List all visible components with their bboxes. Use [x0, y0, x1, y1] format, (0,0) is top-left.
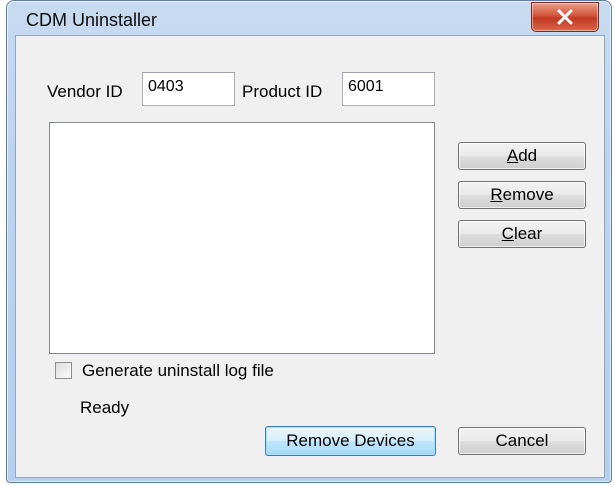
remove-devices-button[interactable]: Remove Devices [265, 426, 436, 456]
product-id-field[interactable]: 6001 [342, 72, 435, 106]
add-button[interactable]: Add [458, 142, 586, 170]
status-text: Ready [80, 398, 130, 417]
close-button[interactable] [531, 2, 599, 32]
generate-log-checkbox[interactable] [55, 362, 72, 379]
product-id-label: Product ID [242, 82, 323, 101]
remove-accel: R [490, 185, 503, 204]
remove-label-rest: emove [502, 185, 554, 204]
remove-button[interactable]: Remove [458, 181, 586, 209]
title-bar[interactable]: CDM Uninstaller [7, 1, 611, 35]
clear-label-rest: lear [513, 224, 543, 243]
uninstaller-window: CDM Uninstaller Vendor ID 0403 Product I… [6, 0, 612, 483]
cancel-button[interactable]: Cancel [458, 427, 586, 455]
add-label-rest: dd [518, 146, 538, 165]
dialog-client-area: Vendor ID 0403 Product ID 6001 Add Remov… [15, 35, 605, 478]
clear-button[interactable]: Clear [458, 220, 586, 248]
close-icon [557, 9, 573, 25]
device-list[interactable] [49, 122, 435, 354]
window-title: CDM Uninstaller [26, 10, 158, 30]
generate-log-label[interactable]: Generate uninstall log file [82, 361, 274, 381]
vendor-id-label: Vendor ID [47, 82, 123, 101]
vendor-id-field[interactable]: 0403 [142, 72, 235, 106]
clear-accel: C [501, 224, 514, 243]
add-accel: A [506, 146, 519, 165]
